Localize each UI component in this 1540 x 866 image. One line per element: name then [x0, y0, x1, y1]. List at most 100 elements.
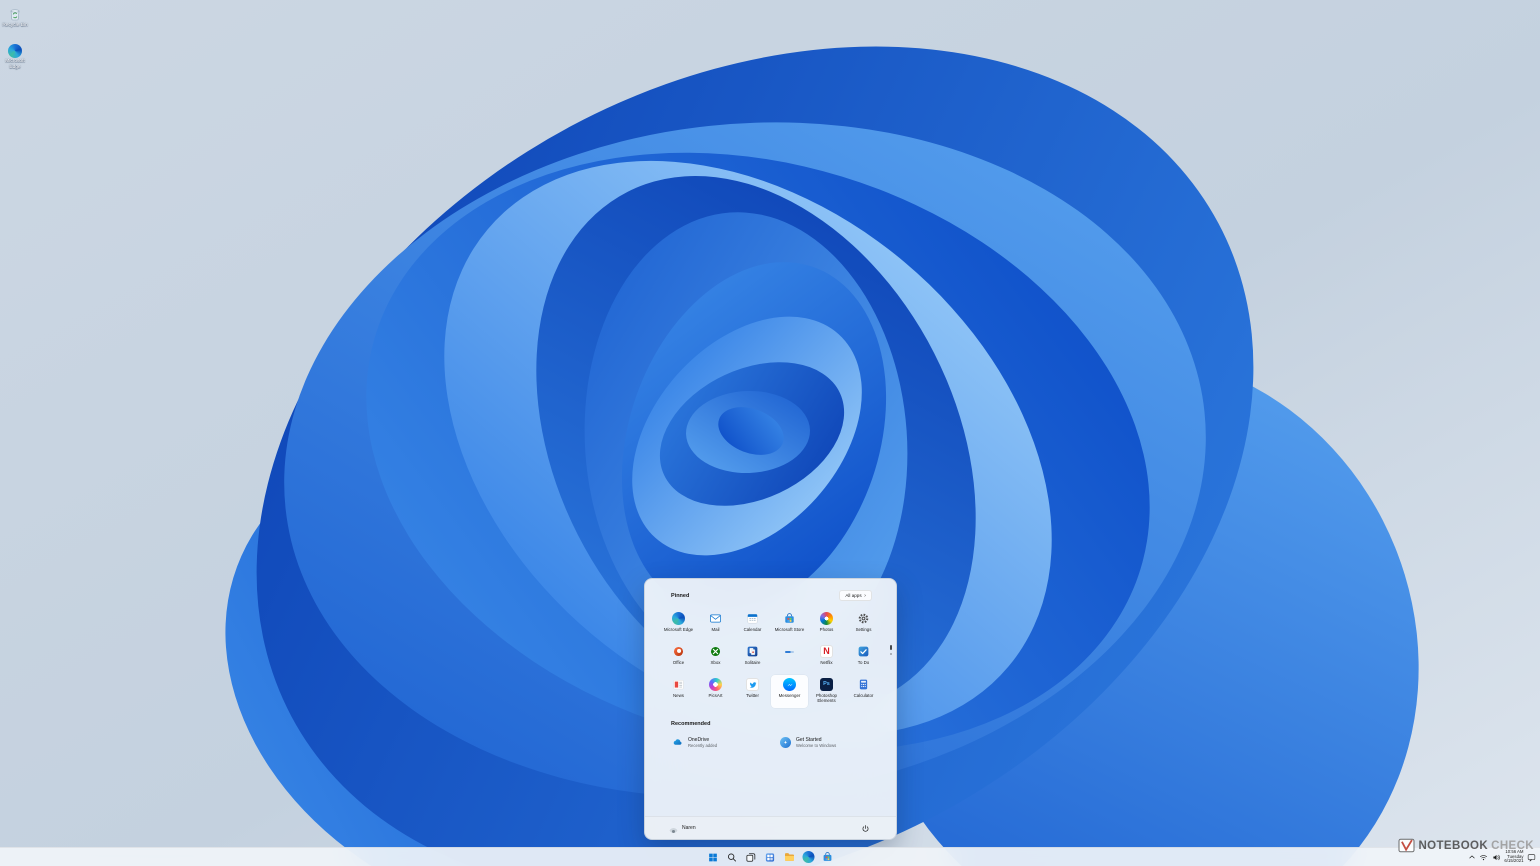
pinned-apps-grid: Microsoft Edge Mail Calendar Microsoft S… [660, 609, 882, 708]
system-tray: 10:56 AM Tuesday 6/15/2021 [1468, 848, 1536, 866]
pinned-app-microsoft-store[interactable]: Microsoft Store [771, 609, 808, 642]
twitter-bird-icon [749, 681, 756, 688]
microsoft-edge-icon [672, 612, 685, 625]
recommended-list: OneDrive Recently added Get Started Welc… [667, 733, 879, 752]
messenger-icon [783, 678, 796, 691]
file-explorer-button[interactable] [782, 850, 797, 865]
task-view-icon [746, 852, 756, 862]
to-do-icon [858, 646, 869, 657]
widgets-button[interactable] [763, 850, 778, 865]
pinned-app-office[interactable]: Office [660, 642, 697, 675]
news-icon [673, 680, 684, 690]
desktop-icon-label: Recycle Bin [2, 23, 28, 28]
pinned-header: Pinned [671, 592, 690, 599]
office-icon [673, 646, 684, 657]
microsoft-store-icon [785, 613, 794, 623]
get-started-icon [780, 737, 791, 748]
power-button[interactable] [859, 822, 872, 835]
all-apps-button[interactable]: All apps › [839, 590, 872, 601]
pinned-app-twitter[interactable]: Twitter [734, 675, 771, 708]
download-progress-icon [785, 650, 794, 653]
start-menu: Pinned All apps › Microsoft Edge Mail Ca… [644, 578, 897, 840]
pinned-app-label: Mail [711, 627, 720, 632]
user-avatar [669, 824, 678, 833]
pinned-app-photoshop-elements[interactable]: Ps Photoshop Elements [808, 675, 845, 708]
task-view-button[interactable] [744, 850, 759, 865]
xbox-icon [710, 646, 721, 657]
recommended-item-get-started[interactable]: Get Started Welcome to Windows [775, 733, 879, 752]
pinned-app-solitaire[interactable]: Solitaire [734, 642, 771, 675]
tray-overflow-button[interactable] [1468, 853, 1476, 861]
pinned-app-picsart[interactable]: PicsArt [697, 675, 734, 708]
pinned-app-label: Messenger [778, 693, 801, 698]
pinned-app-microsoft-edge[interactable]: Microsoft Edge [660, 609, 697, 642]
widgets-icon [765, 852, 775, 862]
pinned-app-label: Microsoft Store [774, 627, 805, 632]
twitter-icon [746, 678, 759, 691]
notification-center-button[interactable] [1527, 853, 1536, 862]
microsoft-store-icon [823, 852, 831, 861]
pinned-app-label: Calendar [743, 627, 762, 632]
recommended-header: Recommended [671, 721, 711, 727]
store-button[interactable] [820, 850, 835, 865]
page-dot[interactable] [889, 652, 892, 655]
pinned-app-label: Photos [819, 627, 834, 632]
taskbar: 10:56 AM Tuesday 6/15/2021 [0, 847, 1540, 866]
pinned-app-label: Twitter [746, 693, 759, 698]
pinned-app-label: Netflix [820, 660, 833, 665]
desktop-icon-microsoft-edge[interactable]: Microsoft Edge [0, 44, 36, 70]
pinned-app-label: News [673, 693, 684, 698]
start-button[interactable] [706, 850, 721, 865]
pinned-app-label: Photoshop Elements [816, 693, 837, 703]
calculator-icon [859, 679, 868, 690]
pinned-app-pending-download[interactable] [771, 642, 808, 675]
pinned-app-settings[interactable]: Settings [845, 609, 882, 642]
photoshop-ps-glyph: Ps [823, 680, 830, 687]
picsart-icon [709, 678, 722, 691]
recommended-item-subtitle: Welcome to Windows [796, 743, 837, 748]
network-button[interactable] [1479, 853, 1488, 862]
recycle-bin-icon [10, 9, 20, 21]
pinned-app-messenger[interactable]: Messenger [771, 675, 808, 708]
chevron-up-icon [1469, 855, 1475, 859]
pinned-app-label: Settings [855, 627, 872, 632]
pinned-app-calendar[interactable]: Calendar [734, 609, 771, 642]
recommended-item-subtitle: Recently added [688, 743, 718, 748]
microsoft-edge-icon [802, 851, 814, 863]
user-profile-button[interactable]: Naren [669, 824, 696, 833]
all-apps-label: All apps [845, 593, 862, 598]
onedrive-cloud-icon [673, 739, 682, 745]
pinned-app-photos[interactable]: Photos [808, 609, 845, 642]
netflix-n-glyph: N [823, 646, 830, 656]
start-menu-footer: Naren [645, 816, 896, 839]
pinned-app-calculator[interactable]: Calculator [845, 675, 882, 708]
desktop-icon-label: Microsoft Edge [5, 59, 25, 70]
pinned-app-netflix[interactable]: N Netflix [808, 642, 845, 675]
start-menu-header: Pinned All apps › [671, 590, 872, 601]
pinned-app-label: Office [672, 660, 685, 665]
volume-button[interactable] [1492, 853, 1501, 862]
user-name: Naren [682, 825, 696, 831]
recommended-item-onedrive[interactable]: OneDrive Recently added [667, 733, 771, 752]
pinned-app-label: Calculator [853, 693, 874, 698]
pinned-app-news[interactable]: News [660, 675, 697, 708]
taskbar-clock[interactable]: 10:56 AM Tuesday 6/15/2021 [1504, 849, 1523, 864]
pinned-pagination[interactable] [889, 645, 892, 655]
taskbar-center-group [706, 848, 835, 866]
pinned-app-label: To Do [857, 660, 870, 665]
pinned-app-label: PicsArt [708, 693, 723, 698]
netflix-icon: N [820, 645, 833, 658]
desktop-icon-recycle-bin[interactable]: Recycle Bin [0, 6, 36, 29]
pinned-app-to-do[interactable]: To Do [845, 642, 882, 675]
settings-gear-icon [858, 613, 869, 624]
pinned-app-xbox[interactable]: Xbox [697, 642, 734, 675]
page-dot-active[interactable] [889, 645, 892, 650]
edge-browser-button[interactable] [801, 850, 816, 865]
photos-icon [820, 612, 833, 625]
power-icon [862, 824, 869, 832]
search-button[interactable] [725, 850, 740, 865]
microsoft-edge-icon [8, 44, 22, 58]
pinned-app-mail[interactable]: Mail [697, 609, 734, 642]
solitaire-icon [747, 646, 758, 657]
notification-bubble-icon [1527, 853, 1536, 862]
